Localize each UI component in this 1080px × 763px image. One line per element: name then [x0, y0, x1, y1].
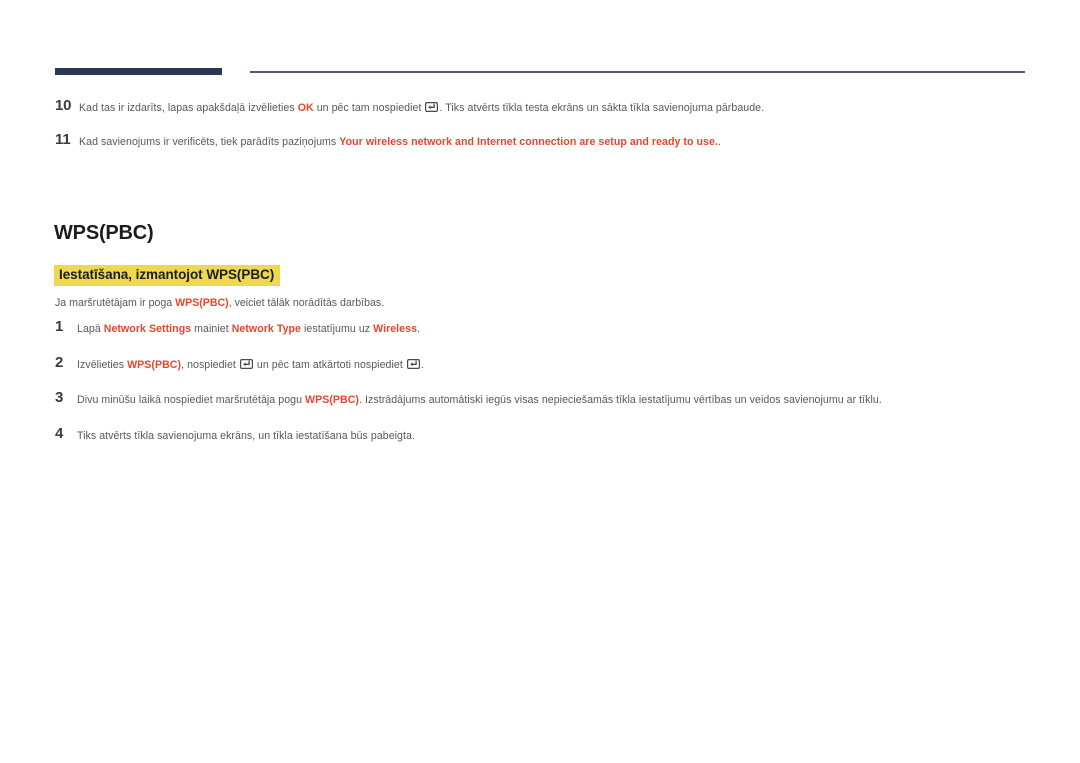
list-item: 3 Divu minūšu laikā nospiediet maršrutētā…	[55, 390, 1035, 411]
step-text: Izvēlieties WPS(PBC), nospiediet un pēc …	[76, 355, 1035, 376]
body-text: Kad tas ir izdarīts, lapas apakšdaļā izv…	[79, 102, 298, 114]
enter-key-icon	[425, 102, 439, 112]
top-step-list: 10 Kad tas ir izdarīts, lapas apakšdaļā i…	[55, 98, 1035, 165]
body-text: Divu minūšu laikā nospiediet maršrutētāj…	[77, 394, 306, 406]
body-text: .	[420, 358, 424, 371]
list-item: 1 Lapā Network Settings mainiet Network T…	[55, 319, 1035, 340]
step-text: Divu minūšu laikā nospiediet maršrutētāj…	[76, 390, 1035, 411]
body-text: . Izstrādājums automātiski iegūs visas n…	[359, 394, 882, 406]
emphasis-text: OK	[297, 102, 314, 114]
body-text: , veiciet tālāk norādītās darbības.	[228, 297, 385, 309]
list-item: 10 Kad tas ir izdarīts, lapas apakšdaļā i…	[55, 98, 1035, 119]
list-item: 11 Kad savienojums ir verificēts, tiek pa…	[55, 130, 1035, 153]
emphasis-text: WPS(PBC)	[127, 358, 182, 371]
emphasis-text: Your wireless network and Internet conne…	[339, 135, 718, 148]
body-text: .	[717, 135, 721, 148]
step-number: 3	[55, 389, 64, 406]
list-item: 2 Izvēlieties WPS(PBC), nospiediet un pēc…	[55, 353, 1035, 376]
step-text: Lapā Network Settings mainiet Network Ty…	[76, 319, 1035, 340]
body-text: Kad savienojums ir verificēts, tiek parā…	[79, 135, 340, 148]
emphasis-text: Network Settings	[103, 323, 192, 335]
section-subtitle-wrap: Iestatīšana, izmantojot WPS(PBC)	[54, 265, 281, 286]
step-number: 10	[55, 97, 72, 114]
body-text: , nospiediet	[181, 358, 239, 371]
page-header-rule	[0, 58, 1080, 78]
body-text: Lapā	[77, 323, 104, 335]
body-text: un pēc tam atkārtoti nospiediet	[253, 358, 406, 371]
body-text: Tiks atvērts tīkla savienojuma ekrāns, u…	[77, 429, 415, 442]
section-subtitle-highlighted: Iestatīšana, izmantojot WPS(PBC)	[54, 265, 281, 286]
emphasis-text: WPS(PBC)	[175, 297, 229, 309]
step-number: 1	[55, 318, 64, 335]
step-text: Kad tas ir izdarīts, lapas apakšdaļā izv…	[79, 98, 1035, 119]
step-text: Tiks atvērts tīkla savienojuma ekrāns, u…	[76, 426, 1035, 447]
wps-step-list: 1 Lapā Network Settings mainiet Network T…	[55, 319, 1035, 461]
step-number: 4	[55, 424, 64, 442]
enter-key-icon	[406, 358, 420, 369]
document-page: 10 Kad tas ir izdarīts, lapas apakšdaļā i…	[0, 0, 1080, 763]
step-number: 2	[55, 353, 64, 371]
body-text: Izvēlieties	[77, 358, 128, 371]
section-intro-text: Ja maršrutētājam ir poga WPS(PBC), veici…	[55, 295, 384, 311]
emphasis-text: Network Type	[231, 323, 302, 335]
body-text: . Tiks atvērts tīkla testa ekrāns un sāk…	[439, 102, 765, 114]
body-text: Ja maršrutētājam ir poga	[55, 297, 176, 309]
body-text: mainiet	[191, 323, 232, 335]
horizontal-rule	[250, 71, 1025, 73]
body-text: iestatījumu uz	[301, 323, 374, 335]
step-text: Kad savienojums ir verificēts, tiek parā…	[79, 132, 1035, 153]
enter-key-icon	[239, 358, 253, 369]
body-text: .	[417, 323, 421, 335]
emphasis-text: WPS(PBC)	[305, 394, 360, 406]
body-text: un pēc tam nospiediet	[313, 102, 425, 114]
step-number: 11	[55, 130, 71, 148]
list-item: 4 Tiks atvērts tīkla savienojuma ekrāns, …	[55, 424, 1035, 447]
page-title: WPS(PBC)	[54, 222, 154, 244]
navy-bar	[55, 68, 222, 75]
emphasis-text: Wireless	[373, 323, 418, 335]
